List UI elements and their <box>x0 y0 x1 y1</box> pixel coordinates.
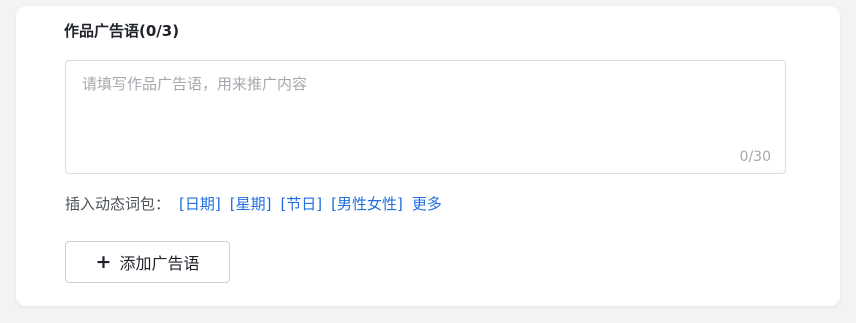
plus-icon: + <box>95 250 112 273</box>
char-counter: 0/30 <box>739 149 771 165</box>
more-link[interactable]: 更多 <box>412 193 442 214</box>
tag-weekday[interactable]: [星期] <box>230 193 272 214</box>
dynamic-word-pack-label: 插入动态词包： <box>65 195 171 213</box>
tag-gender[interactable]: [男性女性] <box>331 193 403 214</box>
slogan-textarea[interactable]: 请填写作品广告语，用来推广内容 0/30 <box>65 60 786 174</box>
tag-holiday[interactable]: [节日] <box>280 193 322 214</box>
slogan-placeholder: 请填写作品广告语，用来推广内容 <box>82 75 308 93</box>
dynamic-word-pack-row: 插入动态词包： [日期] [星期] [节日] [男性女性] 更多 <box>65 193 442 214</box>
section-title: 作品广告语(0/3) <box>64 22 180 40</box>
ad-slogan-card: 作品广告语(0/3) 请填写作品广告语，用来推广内容 0/30 插入动态词包： … <box>16 6 840 306</box>
add-slogan-button[interactable]: + 添加广告语 <box>65 241 230 283</box>
tag-date[interactable]: [日期] <box>179 193 221 214</box>
add-slogan-label: 添加广告语 <box>119 254 200 273</box>
